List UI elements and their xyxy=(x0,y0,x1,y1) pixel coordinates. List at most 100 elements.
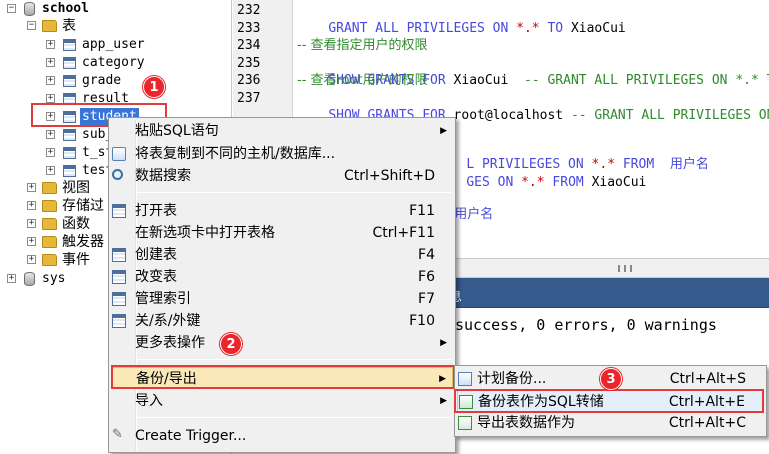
folder-icon xyxy=(42,254,57,266)
expand-icon[interactable]: + xyxy=(27,255,36,264)
menu-separator xyxy=(137,192,451,193)
expand-icon[interactable]: + xyxy=(46,166,55,175)
menu-label: 导出表数据作为 xyxy=(477,415,575,431)
database-icon xyxy=(24,2,35,16)
submenu-arrow-icon: ▶ xyxy=(440,338,447,348)
table-icon xyxy=(112,204,126,218)
export-data-icon xyxy=(458,416,472,430)
table-label: app_user xyxy=(82,37,145,52)
copy-table-icon xyxy=(112,147,126,161)
menu-item-paste-sql[interactable]: 粘贴SQL语句 ▶ xyxy=(111,120,453,142)
menu-item-copy-table[interactable]: 将表复制到不同的主机/数据库... xyxy=(111,143,453,165)
menu-label: 创建表 xyxy=(135,247,177,263)
table-icon xyxy=(63,75,76,87)
code-line-236: -- 查看root用户的权限 xyxy=(297,73,428,88)
code-token: FROM xyxy=(544,174,592,190)
menu-shortcut: F10 xyxy=(409,313,435,329)
collapse-icon[interactable]: − xyxy=(27,21,36,30)
menu-shortcut: Ctrl+Alt+C xyxy=(668,415,746,431)
table-icon xyxy=(63,129,76,141)
expand-icon[interactable]: + xyxy=(46,76,55,85)
schedule-backup-icon xyxy=(458,372,472,386)
code-token: -- GRANT ALL PRIVILEGES ON *.* TO XiaoCu… xyxy=(523,73,769,88)
menu-item-open-in-tab[interactable]: 在新选项卡中打开表格 Ctrl+F11 xyxy=(111,222,453,244)
expand-icon[interactable]: + xyxy=(27,219,36,228)
folder-label: 存储过 xyxy=(62,198,104,214)
index-icon xyxy=(112,292,126,306)
line-number: 237 xyxy=(237,90,261,106)
menu-item-manage-indexes[interactable]: 管理索引 F7 xyxy=(111,288,453,310)
table-label: category xyxy=(82,55,145,70)
menu-label: 管理索引 xyxy=(135,291,191,307)
folder-icon xyxy=(42,200,57,212)
menu-item-import[interactable]: 导入 ▶ xyxy=(111,390,453,412)
folder-label: 函数 xyxy=(62,216,90,232)
line-number: 234 xyxy=(237,38,261,53)
code-token: 用户名 xyxy=(669,156,709,172)
expand-icon[interactable]: + xyxy=(46,40,55,49)
splitter-grip-icon[interactable] xyxy=(618,265,632,272)
folder-label: 表 xyxy=(62,18,76,34)
menu-label: 将表复制到不同的主机/数据库... xyxy=(135,146,336,162)
menu-shortcut: F6 xyxy=(418,269,435,285)
menu-shortcut: Ctrl+F11 xyxy=(372,225,435,241)
menu-shortcut: F7 xyxy=(418,291,435,307)
collapse-icon[interactable]: − xyxy=(7,4,16,13)
code-token: XiaoCui xyxy=(591,174,647,190)
menu-item-create-table[interactable]: 创建表 F4 xyxy=(111,244,453,266)
expand-icon[interactable]: + xyxy=(46,130,55,139)
menu-item-relationships[interactable]: 关/系/外键 F10 xyxy=(111,310,453,332)
annotation-box-backup xyxy=(111,365,455,389)
code-token: root@localhost xyxy=(453,108,564,123)
tree-table-grade[interactable]: + grade xyxy=(0,72,230,90)
line-number: 235 xyxy=(237,55,261,71)
expand-icon[interactable]: + xyxy=(46,58,55,67)
tree-db-school[interactable]: − school xyxy=(0,0,230,18)
step-badge-1: 1 xyxy=(143,76,165,98)
folder-icon xyxy=(42,218,57,230)
code-token: *.* xyxy=(516,20,540,36)
expand-icon[interactable]: + xyxy=(27,237,36,246)
folder-icon xyxy=(42,20,57,32)
menu-separator xyxy=(137,417,451,418)
code-token: GES ON xyxy=(466,174,522,190)
trigger-icon: ✎ xyxy=(112,427,123,442)
menu-label: 计划备份... xyxy=(477,371,547,387)
code-token: -- GRANT ALL PRIVILEGES ON *.* TO root xyxy=(570,108,769,123)
menu-item-create-trigger[interactable]: ✎ Create Trigger... xyxy=(111,425,453,447)
menu-item-more-table-ops[interactable]: 更多表操作 ▶ xyxy=(111,332,453,354)
menu-label: 打开表 xyxy=(135,203,177,219)
menu-label: 关/系/外键 xyxy=(135,313,201,329)
submenu-arrow-icon: ▶ xyxy=(440,396,447,406)
context-menu: 粘贴SQL语句 ▶ 将表复制到不同的主机/数据库... 数据搜索 Ctrl+Sh… xyxy=(108,117,456,453)
expand-icon[interactable]: + xyxy=(46,94,55,103)
db-name: school xyxy=(42,1,89,16)
menu-shortcut: Ctrl+Shift+D xyxy=(344,168,435,184)
expand-icon[interactable]: + xyxy=(27,201,36,210)
menu-label: 改变表 xyxy=(135,269,177,285)
folder-label: 事件 xyxy=(62,252,90,268)
submenu-item-export-data[interactable]: 导出表数据作为 Ctrl+Alt+C xyxy=(457,412,764,434)
messages-text: success, 0 errors, 0 warnings xyxy=(455,316,717,334)
folder-label: 视图 xyxy=(62,180,90,196)
menu-label: 粘贴SQL语句 xyxy=(135,123,219,139)
tree-folder-tables[interactable]: − 表 xyxy=(0,17,230,35)
menu-item-alter-table[interactable]: 改变表 F6 xyxy=(111,266,453,288)
menu-item-data-search[interactable]: 数据搜索 Ctrl+Shift+D xyxy=(111,165,453,187)
code-line-241: GES ON *.* FROM XiaoCui xyxy=(435,156,646,209)
code-token: *.* xyxy=(521,174,545,190)
line-number: 232 xyxy=(237,3,261,18)
menu-label: 更多表操作 xyxy=(135,335,205,351)
tree-table-app-user[interactable]: + app_user xyxy=(0,36,230,54)
tree-table-category[interactable]: + category xyxy=(0,54,230,72)
search-icon xyxy=(112,169,123,180)
expand-icon[interactable]: + xyxy=(46,148,55,157)
step-badge-2: 2 xyxy=(220,333,242,355)
expand-icon[interactable]: + xyxy=(7,274,16,283)
expand-icon[interactable]: + xyxy=(27,183,36,192)
line-number: 236 xyxy=(237,73,261,88)
foreign-key-icon xyxy=(112,314,126,328)
folder-icon xyxy=(42,182,57,194)
menu-item-open-table[interactable]: 打开表 F11 xyxy=(111,200,453,222)
menu-shortcut: F11 xyxy=(409,203,435,219)
